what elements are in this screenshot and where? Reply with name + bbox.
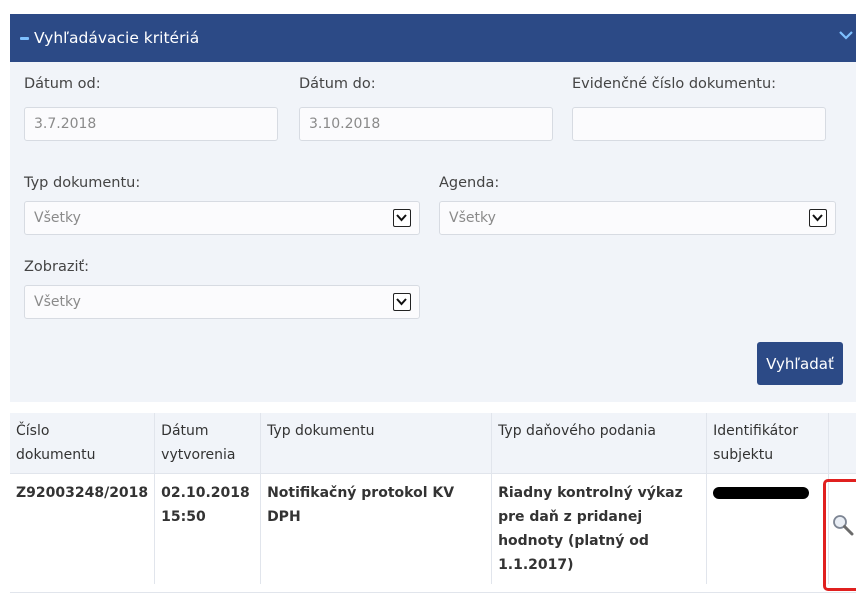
show-value: Všetky bbox=[34, 294, 81, 310]
column-header-filing-type[interactable]: Typ daňového podania bbox=[491, 413, 708, 474]
redacted-subject-id bbox=[713, 487, 810, 499]
date-from-input[interactable]: 3.7.2018 bbox=[24, 107, 278, 141]
agenda-value: Všetky bbox=[449, 210, 496, 226]
dropdown-arrow-icon[interactable] bbox=[393, 293, 411, 311]
date-to-input[interactable]: 3.10.2018 bbox=[299, 107, 553, 141]
magnifier-icon[interactable] bbox=[832, 514, 854, 536]
table-row[interactable]: Z92003248/2018 02.10.2018 15:50 Notifika… bbox=[10, 473, 856, 584]
dropdown-arrow-icon[interactable] bbox=[809, 209, 827, 227]
agenda-label: Agenda: bbox=[439, 175, 500, 191]
cell-created: 02.10.2018 15:50 bbox=[154, 473, 262, 584]
evidence-number-input[interactable] bbox=[572, 107, 826, 141]
table-header-row: Číslo dokumentu Dátum vytvorenia Typ dok… bbox=[10, 413, 856, 474]
cell-subject-id bbox=[706, 473, 829, 584]
document-type-label: Typ dokumentu: bbox=[24, 175, 141, 191]
evidence-number-label: Evidenčné číslo dokumentu: bbox=[572, 76, 777, 92]
cell-document-number: Z92003248/2018 bbox=[10, 473, 156, 584]
results-table: Číslo dokumentu Dátum vytvorenia Typ dok… bbox=[10, 413, 856, 584]
column-header-document-type[interactable]: Typ dokumentu bbox=[260, 413, 493, 474]
search-button[interactable]: Vyhľadať bbox=[757, 342, 843, 385]
chevron-down-icon[interactable] bbox=[838, 28, 854, 42]
show-select[interactable]: Všetky bbox=[24, 285, 420, 319]
cell-filing-type: Riadny kontrolný výkaz pre daň z pridane… bbox=[491, 473, 708, 584]
column-header-subject-id[interactable]: Identifikátor subjektu bbox=[706, 413, 829, 474]
dropdown-arrow-icon[interactable] bbox=[393, 209, 411, 227]
panel-title: Vyhľadávacie kritériá bbox=[34, 29, 200, 47]
column-header-document-number[interactable]: Číslo dokumentu bbox=[10, 413, 156, 474]
agenda-select[interactable]: Všetky bbox=[439, 201, 836, 235]
row-divider bbox=[10, 592, 856, 593]
panel-header[interactable]: Vyhľadávacie kritériá bbox=[10, 14, 856, 62]
date-from-label: Dátum od: bbox=[24, 76, 101, 92]
date-to-label: Dátum do: bbox=[299, 76, 376, 92]
column-header-created[interactable]: Dátum vytvorenia bbox=[154, 413, 262, 474]
show-label: Zobraziť: bbox=[24, 259, 90, 275]
search-criteria-panel: Vyhľadávacie kritériá Dátum od: 3.7.2018… bbox=[10, 14, 856, 402]
minus-icon bbox=[20, 36, 29, 40]
document-type-select[interactable]: Všetky bbox=[24, 201, 420, 235]
column-header-actions bbox=[828, 413, 856, 474]
cell-document-type: Notifikačný protokol KV DPH bbox=[260, 473, 493, 584]
document-type-value: Všetky bbox=[34, 210, 81, 226]
